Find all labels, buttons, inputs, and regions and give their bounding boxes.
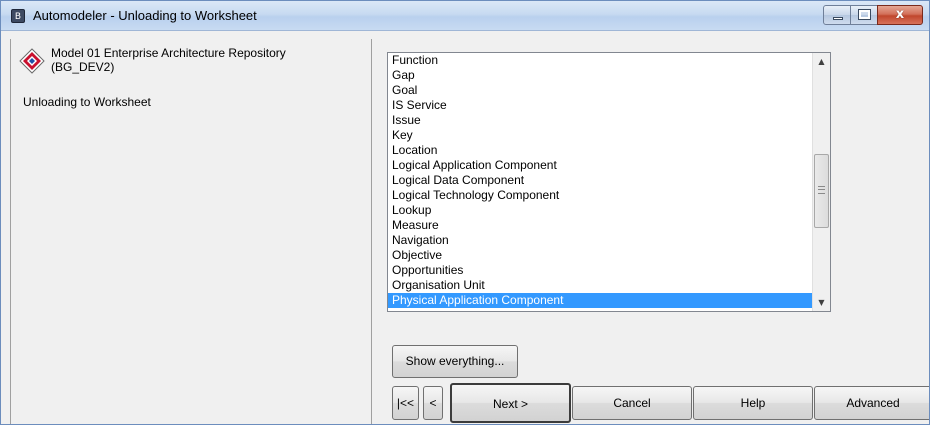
info-panel: Model 01 Enterprise Architecture Reposit… bbox=[10, 39, 372, 424]
app-icon: B bbox=[11, 9, 25, 23]
list-item[interactable]: Location bbox=[388, 143, 812, 158]
list-item[interactable]: Logical Data Component bbox=[388, 173, 812, 188]
list-item[interactable]: Lookup bbox=[388, 203, 812, 218]
previous-button[interactable]: < bbox=[423, 386, 443, 420]
list-item[interactable]: IS Service bbox=[388, 98, 812, 113]
minimize-button[interactable] bbox=[823, 5, 851, 25]
list-item[interactable]: Logical Technology Component bbox=[388, 188, 812, 203]
maximize-icon bbox=[858, 9, 871, 20]
scroll-thumb[interactable] bbox=[814, 154, 829, 228]
next-button[interactable]: Next > bbox=[450, 383, 571, 423]
list-items: Function Gap Goal IS Service Issue Key Locatio… bbox=[388, 53, 812, 308]
repository-name: Model 01 Enterprise Architecture Reposit… bbox=[51, 46, 286, 60]
repository-diamond-icon bbox=[19, 48, 45, 74]
scroll-down-arrow-icon[interactable]: ▼ bbox=[813, 294, 830, 311]
cancel-button[interactable]: Cancel bbox=[572, 386, 692, 420]
window-title: Automodeler - Unloading to Worksheet bbox=[33, 8, 257, 23]
scroll-up-arrow-icon[interactable]: ▲ bbox=[813, 53, 830, 70]
status-label: Unloading to Worksheet bbox=[23, 95, 151, 109]
help-button[interactable]: Help bbox=[693, 386, 813, 420]
object-type-list[interactable]: Function Gap Goal IS Service Issue Key Locatio… bbox=[387, 52, 831, 312]
advanced-button[interactable]: Advanced bbox=[814, 386, 929, 420]
list-item[interactable]: Gap bbox=[388, 68, 812, 83]
list-item[interactable]: Function bbox=[388, 53, 812, 68]
grip-icon bbox=[818, 186, 825, 194]
list-item[interactable]: Key bbox=[388, 128, 812, 143]
close-icon: x bbox=[895, 7, 905, 22]
repository-id: (BG_DEV2) bbox=[51, 60, 115, 74]
list-item[interactable]: Goal bbox=[388, 83, 812, 98]
wizard-window: B Automodeler - Unloading to Worksheet x… bbox=[0, 0, 930, 425]
list-item[interactable]: Objective bbox=[388, 248, 812, 263]
list-item[interactable]: Logical Application Component bbox=[388, 158, 812, 173]
vertical-scrollbar[interactable]: ▲ ▼ bbox=[812, 53, 830, 311]
list-item[interactable]: Organisation Unit bbox=[388, 278, 812, 293]
title-bar[interactable]: B Automodeler - Unloading to Worksheet x bbox=[1, 1, 929, 31]
list-item[interactable]: Physical Application Component bbox=[388, 293, 812, 308]
list-item[interactable]: Navigation bbox=[388, 233, 812, 248]
list-item[interactable]: Issue bbox=[388, 113, 812, 128]
list-item[interactable]: Opportunities bbox=[388, 263, 812, 278]
close-button[interactable]: x bbox=[877, 5, 923, 25]
show-everything-button[interactable]: Show everything... bbox=[392, 345, 518, 378]
maximize-button[interactable] bbox=[850, 5, 878, 25]
first-page-button[interactable]: |<< bbox=[392, 386, 419, 420]
list-item[interactable]: Measure bbox=[388, 218, 812, 233]
minimize-icon bbox=[833, 17, 843, 20]
